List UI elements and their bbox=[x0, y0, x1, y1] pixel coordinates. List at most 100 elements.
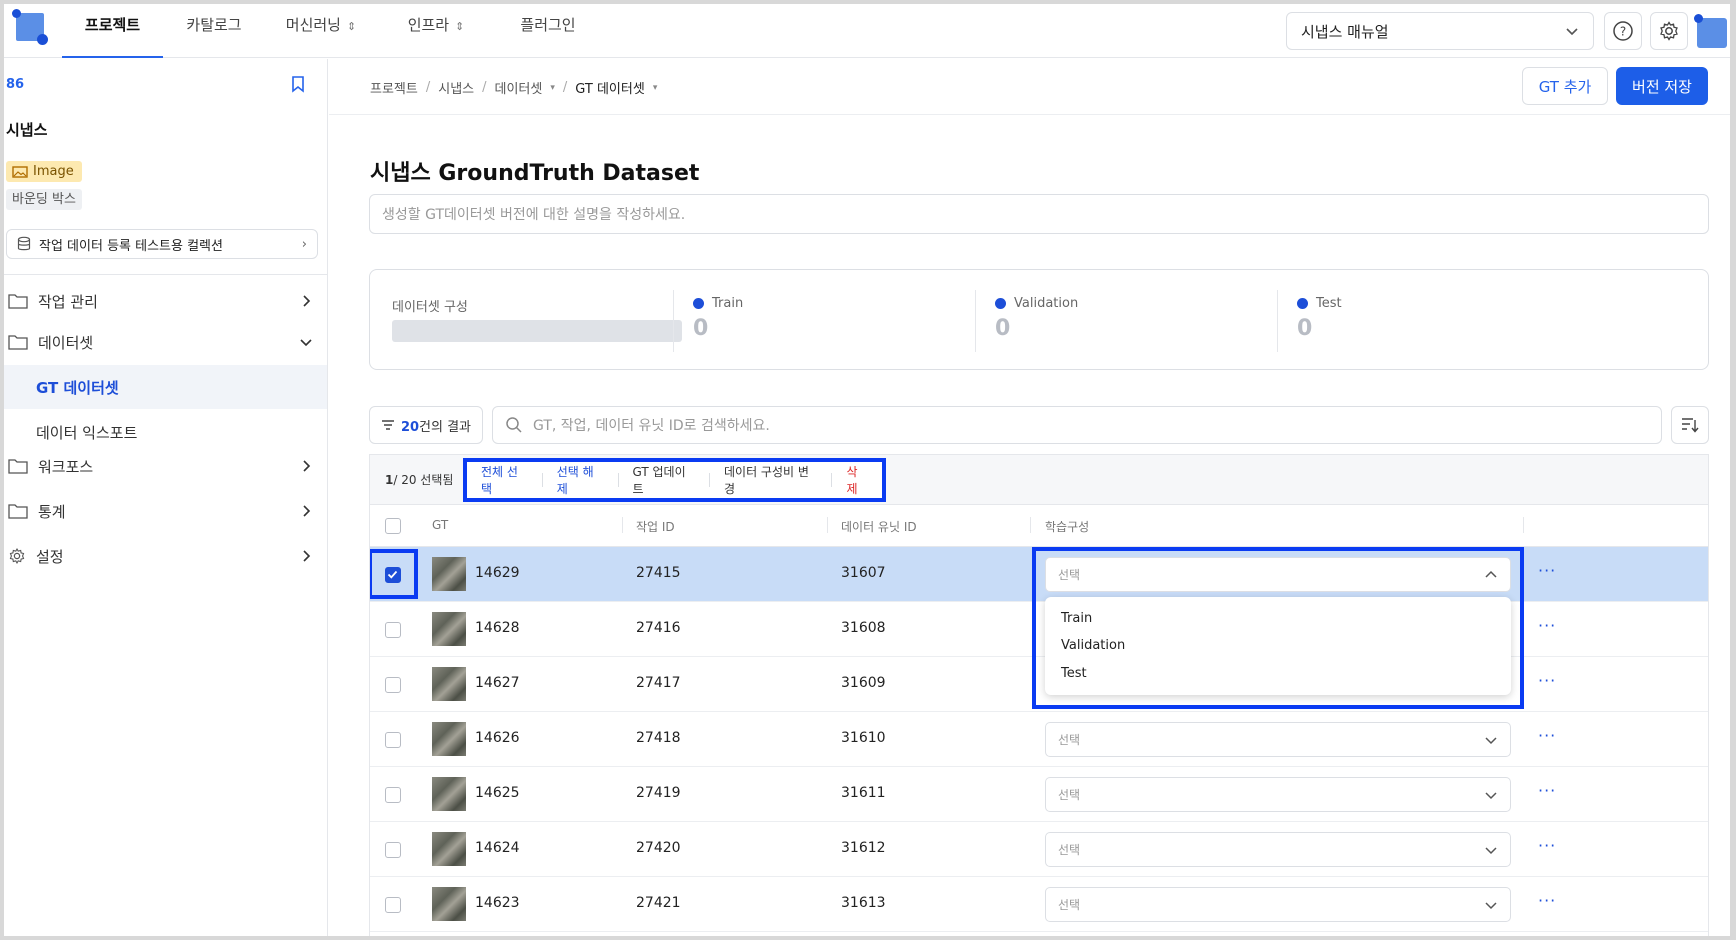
breadcrumb-current[interactable]: GT 데이터셋 bbox=[575, 78, 645, 97]
gt-thumbnail bbox=[432, 887, 466, 921]
test-dot-icon bbox=[1297, 298, 1308, 309]
split-select[interactable]: 선택 bbox=[1045, 832, 1511, 867]
gt-update-button[interactable]: GT 업데이트 bbox=[618, 463, 709, 497]
chevron-down-icon bbox=[1485, 846, 1497, 854]
collection-label: 작업 데이터 등록 테스트용 컬렉션 bbox=[39, 238, 223, 254]
save-version-button[interactable]: 버전 저장 bbox=[1616, 67, 1708, 105]
sidebar-item-settings[interactable]: 설정 bbox=[4, 534, 327, 578]
nav-tab-plugins[interactable]: 플러그인 bbox=[498, 4, 598, 58]
chevron-down-icon bbox=[1566, 28, 1578, 36]
sidebar-item-statistics[interactable]: 통계 bbox=[4, 489, 327, 533]
chevron-down-icon bbox=[300, 339, 312, 347]
help-icon: ? bbox=[1613, 21, 1633, 41]
selection-count: 1/ 20 선택됨 bbox=[385, 473, 454, 487]
cell-data-unit-id: 31611 bbox=[841, 785, 886, 801]
image-icon bbox=[12, 165, 28, 178]
sidebar-item-workforce[interactable]: 워크포스 bbox=[4, 444, 327, 488]
folder-icon bbox=[8, 294, 28, 309]
cell-gt: 14629 bbox=[475, 565, 520, 581]
sidebar-item-task-management[interactable]: 작업 관리 bbox=[4, 279, 327, 323]
row-checkbox[interactable] bbox=[385, 677, 401, 693]
row-checkbox[interactable] bbox=[385, 787, 401, 803]
more-icon[interactable]: ··· bbox=[1538, 671, 1556, 690]
cell-gt: 14628 bbox=[475, 620, 520, 636]
table-header: GT 작업 ID 데이터 유닛 ID 학습구성 bbox=[370, 505, 1708, 547]
folder-icon bbox=[8, 504, 28, 519]
description-input[interactable]: 생성할 GT데이터셋 버전에 대한 설명을 작성하세요. bbox=[369, 194, 1709, 234]
checkbox-highlight bbox=[370, 549, 418, 599]
table-row[interactable]: 14623 27421 31613 선택 ··· bbox=[370, 877, 1708, 932]
user-avatar[interactable] bbox=[1694, 14, 1728, 48]
gt-thumbnail bbox=[432, 777, 466, 811]
settings-button[interactable] bbox=[1650, 12, 1688, 50]
search-placeholder: GT, 작업, 데이터 유닛 ID로 검색하세요. bbox=[533, 418, 770, 434]
change-ratio-button[interactable]: 데이터 구성비 변경 bbox=[710, 463, 832, 497]
sidebar: 86 시냅스 Image 바운딩 박스 작업 데이터 등록 테스트용 컬렉션 › bbox=[4, 59, 328, 936]
row-checkbox[interactable] bbox=[385, 897, 401, 913]
sidebar-item-dataset[interactable]: 데이터셋 bbox=[4, 320, 327, 364]
cell-task-id: 27417 bbox=[636, 675, 681, 691]
add-gt-button[interactable]: GT 추가 bbox=[1522, 67, 1608, 105]
more-icon[interactable]: ··· bbox=[1538, 616, 1556, 635]
breadcrumb-item[interactable]: 데이터셋 bbox=[495, 78, 543, 97]
app-logo[interactable] bbox=[12, 9, 48, 45]
tag-bounding-box: 바운딩 박스 bbox=[6, 189, 82, 210]
table-row[interactable]: 14626 27418 31610 선택 ··· bbox=[370, 712, 1708, 767]
filter-button[interactable]: 20건의 결과 bbox=[369, 406, 483, 444]
bookmark-icon[interactable] bbox=[290, 75, 306, 93]
breadcrumb-item[interactable]: 프로젝트 bbox=[370, 78, 418, 97]
split-select[interactable]: 선택 bbox=[1045, 722, 1511, 757]
gt-thumbnail bbox=[432, 667, 466, 701]
table-row[interactable]: 14624 27420 31612 선택 ··· bbox=[370, 822, 1708, 877]
row-checkbox[interactable] bbox=[385, 732, 401, 748]
nav-tab-catalog[interactable]: 카탈로그 bbox=[172, 4, 256, 58]
gear-icon bbox=[9, 548, 25, 564]
database-icon bbox=[17, 236, 31, 251]
page-title: 시냅스 GroundTruth Dataset bbox=[370, 161, 700, 186]
row-checkbox[interactable] bbox=[385, 842, 401, 858]
chevron-down-icon: ▾ bbox=[550, 82, 555, 93]
project-id: 86 bbox=[6, 77, 25, 92]
help-button[interactable]: ? bbox=[1604, 12, 1642, 50]
gt-thumbnail bbox=[432, 722, 466, 756]
dropdown-highlight bbox=[1032, 547, 1524, 709]
summary-test: Test 0 bbox=[1297, 296, 1342, 341]
tag-image: Image bbox=[6, 161, 82, 182]
collection-link[interactable]: 작업 데이터 등록 테스트용 컬렉션 › bbox=[6, 229, 318, 259]
folder-icon bbox=[8, 335, 28, 350]
select-all-button[interactable]: 전체 선택 bbox=[467, 463, 542, 497]
sidebar-item-gt-dataset[interactable]: GT 데이터셋 bbox=[4, 365, 327, 409]
dataset-summary: 데이터셋 구성 Train 0 Validation 0 Test 0 bbox=[369, 269, 1709, 370]
gt-thumbnail bbox=[432, 557, 466, 591]
row-checkbox[interactable] bbox=[385, 622, 401, 638]
nav-tab-projects[interactable]: 프로젝트 bbox=[62, 4, 163, 58]
more-icon[interactable]: ··· bbox=[1538, 836, 1556, 855]
sort-button[interactable] bbox=[1671, 406, 1709, 444]
column-split: 학습구성 bbox=[1045, 520, 1090, 534]
column-data-unit-id: 데이터 유닛 ID bbox=[841, 520, 917, 534]
more-icon[interactable]: ··· bbox=[1538, 561, 1556, 580]
nav-tab-infra[interactable]: 인프라 ⇕ bbox=[388, 4, 484, 58]
manual-select[interactable]: 시냅스 매뉴얼 bbox=[1286, 12, 1594, 50]
chevron-right-icon bbox=[303, 460, 311, 472]
header-divider bbox=[329, 114, 1730, 115]
delete-button[interactable]: 삭제 bbox=[832, 463, 882, 497]
split-select[interactable]: 선택 bbox=[1045, 777, 1511, 812]
cell-data-unit-id: 31613 bbox=[841, 895, 886, 911]
folder-icon bbox=[8, 459, 28, 474]
more-icon[interactable]: ··· bbox=[1538, 781, 1556, 800]
description-placeholder: 생성할 GT데이터셋 버전에 대한 설명을 작성하세요. bbox=[382, 207, 686, 223]
split-select[interactable]: 선택 bbox=[1045, 887, 1511, 922]
table-row[interactable]: 14625 27419 31611 선택 ··· bbox=[370, 767, 1708, 822]
deselect-button[interactable]: 선택 해제 bbox=[543, 463, 618, 497]
search-icon bbox=[506, 417, 522, 433]
breadcrumb-item[interactable]: 시냅스 bbox=[438, 78, 474, 97]
breadcrumb: 프로젝트 / 시냅스 / 데이터셋 ▾ / GT 데이터셋 ▾ bbox=[370, 78, 658, 97]
search-input[interactable]: GT, 작업, 데이터 유닛 ID로 검색하세요. bbox=[492, 406, 1662, 444]
cell-data-unit-id: 31607 bbox=[841, 565, 886, 581]
nav-tab-machine-learning[interactable]: 머신러닝 ⇕ bbox=[266, 4, 376, 58]
select-all-checkbox[interactable] bbox=[385, 518, 401, 534]
more-icon[interactable]: ··· bbox=[1538, 726, 1556, 745]
more-icon[interactable]: ··· bbox=[1538, 891, 1556, 910]
cell-data-unit-id: 31608 bbox=[841, 620, 886, 636]
